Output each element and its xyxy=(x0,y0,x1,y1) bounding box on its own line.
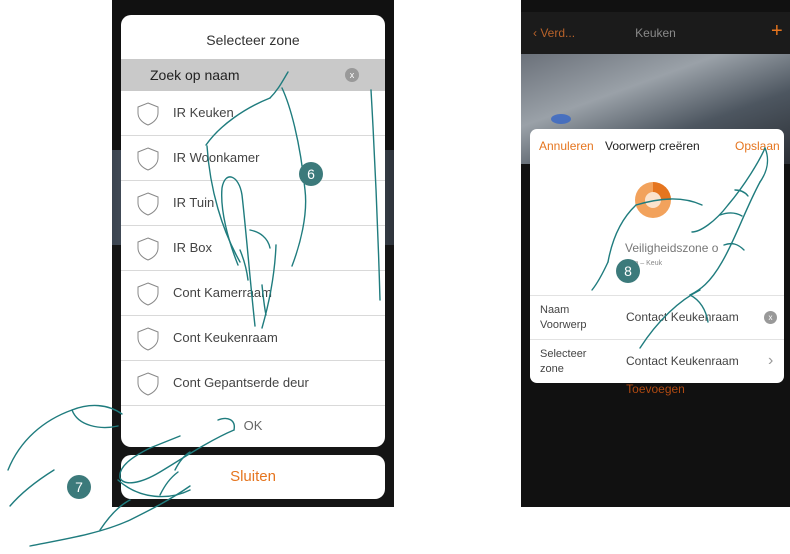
zone-label: IR Woonkamer xyxy=(173,150,260,165)
create-object-card: Annuleren Voorwerp creëren Opslaan Veili… xyxy=(530,129,784,383)
add-object-text: Toevoegen xyxy=(626,382,685,396)
flame-shape xyxy=(551,114,571,124)
add-icon[interactable]: + xyxy=(771,21,783,41)
ok-button[interactable]: OK xyxy=(121,414,385,446)
zone-item-ir-keuken[interactable]: IR Keuken xyxy=(121,91,385,136)
zone-label: IR Keuken xyxy=(173,105,234,120)
zone-label: Cont Keukenraam xyxy=(173,330,278,345)
name-field[interactable]: Contact Keukenraam xyxy=(626,310,739,324)
dialog-title: Selecteer zone xyxy=(206,32,300,48)
zone-label: Cont Kamerraam xyxy=(173,285,272,300)
zone-item-cont-gepantserde-deur[interactable]: Cont Gepantserde deur xyxy=(121,361,385,406)
step-badge-7: 7 xyxy=(67,475,91,499)
select-zone-dialog: Selecteer zone Zoek op naam x IR Keuken … xyxy=(121,15,385,447)
cancel-button[interactable]: Annuleren xyxy=(539,139,594,153)
top-bar: ‹ Verd... Keuken + xyxy=(521,12,790,54)
step-badge-6: 6 xyxy=(299,162,323,186)
zone-item-ir-box[interactable]: IR Box xyxy=(121,226,385,271)
left-phone-screen: Selecteer zone Zoek op naam x IR Keuken … xyxy=(112,0,394,507)
zone-item-cont-keukenraam[interactable]: Cont Keukenraam xyxy=(121,316,385,361)
shield-icon xyxy=(137,327,159,351)
shield-icon xyxy=(137,372,159,396)
shield-icon xyxy=(137,147,159,171)
security-zone-icon xyxy=(635,182,671,218)
close-button[interactable]: Sluiten xyxy=(121,455,385,499)
shield-icon xyxy=(137,192,159,216)
shield-icon xyxy=(137,237,159,261)
page-title: Keuken xyxy=(635,26,676,40)
clear-search-icon[interactable]: x xyxy=(345,68,359,82)
zone-label: Cont Gepantserde deur xyxy=(173,375,309,390)
name-label: Naam Voorwerp xyxy=(540,304,587,331)
step-badge-8: 8 xyxy=(616,259,640,283)
card-title: Voorwerp creëren xyxy=(605,139,700,153)
select-zone-row[interactable]: Selecteer zone Contact Keukenraam › xyxy=(530,339,784,383)
zone-label: IR Tuin xyxy=(173,195,215,210)
right-phone-screen: ‹ Verd... Keuken + Toevoegen Annuleren V… xyxy=(521,0,790,507)
shield-icon xyxy=(137,282,159,306)
chevron-right-icon: › xyxy=(768,352,774,369)
search-input[interactable]: Zoek op naam xyxy=(150,67,240,83)
zone-label: Selecteer zone xyxy=(540,348,587,375)
zone-item-ir-woonkamer[interactable]: IR Woonkamer xyxy=(121,136,385,181)
object-name: Veiligheidszone o xyxy=(625,241,719,255)
name-row[interactable]: Naam Voorwerp Contact Keukenraam x xyxy=(530,295,784,339)
zone-label: IR Box xyxy=(173,240,213,255)
clear-name-icon[interactable]: x xyxy=(764,311,777,324)
zone-item-cont-kamerraam[interactable]: Cont Kamerraam xyxy=(121,271,385,316)
shield-icon xyxy=(137,102,159,126)
zone-item-ir-tuin[interactable]: IR Tuin xyxy=(121,181,385,226)
search-bar[interactable]: Zoek op naam x xyxy=(121,59,385,91)
save-button[interactable]: Opslaan xyxy=(735,139,780,153)
zone-value: Contact Keukenraam xyxy=(626,354,739,368)
